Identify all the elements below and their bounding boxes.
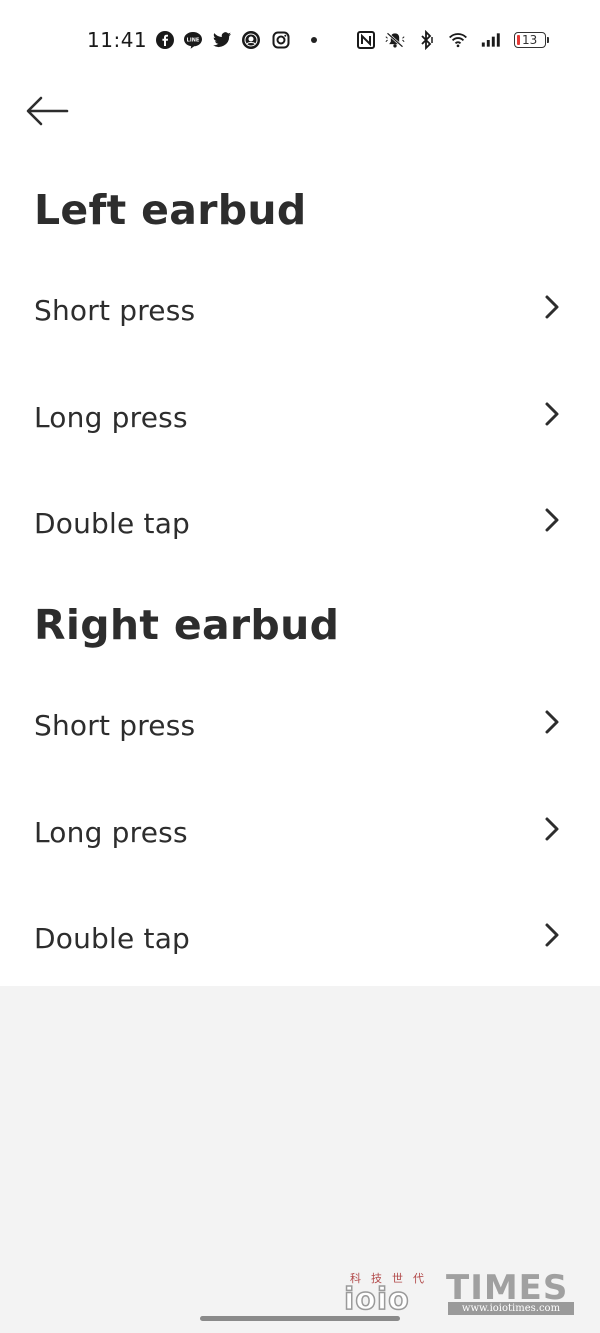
watermark-brand: TIMES	[446, 1268, 569, 1308]
row-label: Long press	[34, 401, 188, 434]
home-indicator[interactable]	[200, 1316, 400, 1321]
right-short-press-row[interactable]: Short press	[0, 685, 600, 765]
row-label: Short press	[34, 709, 196, 742]
bluetooth-icon	[416, 30, 436, 50]
line-icon: LINE	[183, 30, 203, 50]
left-long-press-row[interactable]: Long press	[0, 377, 600, 457]
nfc-icon	[356, 30, 376, 50]
right-long-press-row[interactable]: Long press	[0, 792, 600, 872]
right-double-tap-row[interactable]: Double tap	[0, 898, 600, 978]
left-short-press-row[interactable]: Short press	[0, 270, 600, 350]
svg-text:LINE: LINE	[187, 38, 200, 44]
status-bar: 11:41 LINE	[0, 20, 600, 60]
wifi-icon	[448, 30, 468, 50]
battery-icon: 13	[514, 32, 549, 48]
left-double-tap-row[interactable]: Double tap	[0, 483, 600, 563]
chevron-right-icon	[540, 705, 564, 739]
signal-icon	[481, 30, 501, 50]
section-title-right-earbud: Right earbud	[34, 601, 340, 649]
watermark-url: www.ioiotimes.com	[448, 1302, 574, 1315]
chevron-right-icon	[540, 290, 564, 324]
back-button[interactable]	[22, 88, 72, 134]
chevron-right-icon	[540, 812, 564, 846]
watermark: 科技世代 ioio TIMES www.ioiotimes.com	[343, 1268, 576, 1318]
battery-fill	[517, 35, 520, 45]
chevron-right-icon	[540, 503, 564, 537]
status-time: 11:41	[87, 28, 148, 52]
chevron-right-icon	[540, 918, 564, 952]
watermark-chinese: 科技世代	[350, 1272, 434, 1285]
twitter-icon	[212, 30, 232, 50]
row-label: Double tap	[34, 922, 191, 955]
row-label: Short press	[34, 294, 196, 327]
facebook-icon	[155, 30, 175, 50]
starbucks-icon	[241, 30, 261, 50]
notification-dot-icon	[311, 37, 317, 43]
chevron-right-icon	[540, 397, 564, 431]
section-title-left-earbud: Left earbud	[34, 186, 307, 234]
mute-icon	[385, 30, 405, 50]
back-arrow-icon	[26, 96, 69, 126]
row-label: Double tap	[34, 507, 191, 540]
instagram-icon	[271, 30, 291, 50]
row-label: Long press	[34, 816, 188, 849]
battery-level: 13	[522, 33, 538, 47]
watermark-logo: ioio	[343, 1281, 410, 1318]
